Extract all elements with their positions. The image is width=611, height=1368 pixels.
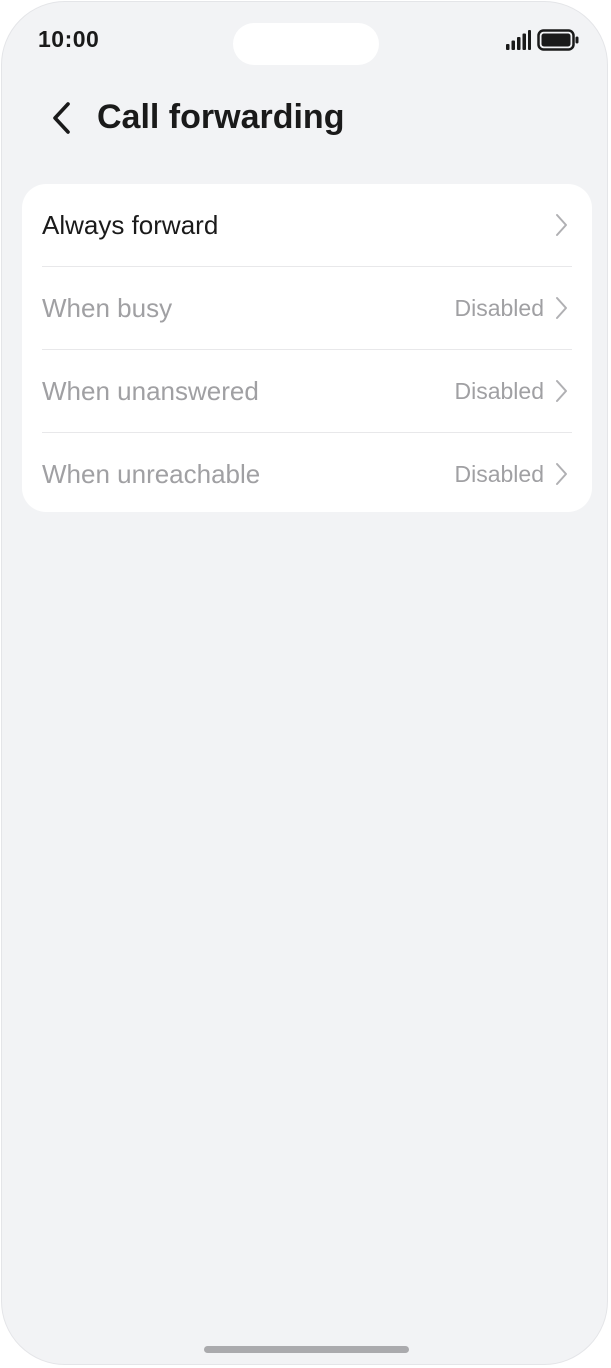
chevron-right-icon: [554, 296, 568, 320]
option-status: Disabled: [454, 377, 545, 404]
chevron-right-icon: [554, 462, 568, 486]
navigation-header: Call forwarding: [2, 88, 607, 148]
home-indicator[interactable]: [204, 1346, 409, 1353]
page-title: Call forwarding: [97, 98, 345, 136]
signal-bars-icon: [506, 30, 531, 50]
chevron-right-icon: [554, 213, 568, 237]
option-label: When unreachable: [42, 458, 261, 489]
status-bar: 10:00: [2, 2, 607, 82]
option-label: Always forward: [42, 209, 219, 240]
option-when-unreachable[interactable]: When unreachable Disabled: [42, 432, 572, 512]
option-status: Disabled: [454, 294, 545, 321]
chevron-right-icon: [554, 379, 568, 403]
option-status: Disabled: [454, 460, 545, 487]
battery-full-icon: [537, 29, 579, 51]
status-time: 10:00: [38, 26, 100, 52]
option-when-unanswered[interactable]: When unanswered Disabled: [42, 349, 572, 432]
option-when-busy[interactable]: When busy Disabled: [42, 266, 572, 349]
back-button[interactable]: [38, 94, 86, 142]
chevron-left-icon: [53, 102, 70, 134]
dynamic-island: [233, 23, 379, 65]
option-always-forward[interactable]: Always forward: [42, 184, 572, 266]
phone-screen: 10:00 Call forwarding Always forward Whe…: [1, 1, 608, 1365]
option-label: When unanswered: [42, 375, 259, 406]
option-label: When busy: [42, 292, 173, 323]
forwarding-options-list: Always forward When busy Disabled When u…: [22, 184, 592, 512]
